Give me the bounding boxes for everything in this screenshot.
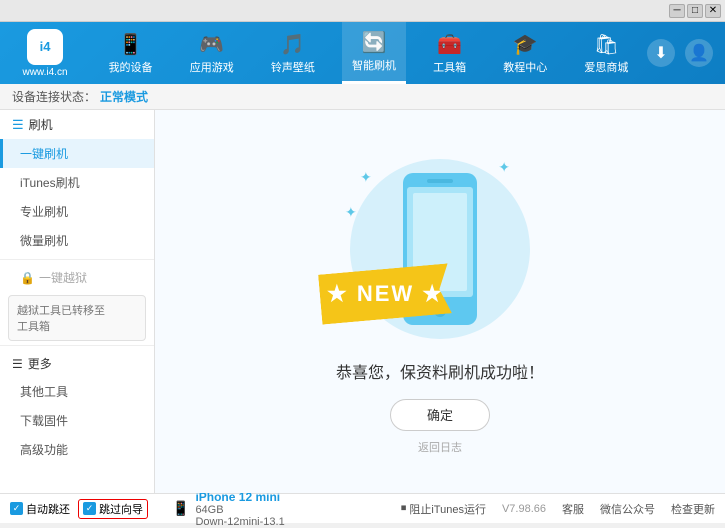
- user-button[interactable]: 👤: [685, 39, 713, 67]
- skip-wizard-checkbox[interactable]: 跳过向导: [78, 499, 148, 519]
- bottom-right: ⏹ 阻止iTunes运行 V7.98.66 客服 微信公众号 检查更新: [401, 501, 715, 517]
- apps-icon: 🎮: [199, 32, 224, 57]
- nav-items: 📱 我的设备 🎮 应用游戏 🎵 铃声壁纸 🔄 智能刷机 🧰 工具箱 🎓 教程中心…: [90, 22, 647, 84]
- close-button[interactable]: ✕: [705, 4, 721, 18]
- logo: i4 www.i4.cn: [0, 23, 90, 84]
- main-layout: ☰ 刷机 一键刷机 iTunes刷机 专业刷机 微量刷机 🔒 一键越狱 越狱工具…: [0, 110, 725, 493]
- version-text: V7.98.66: [502, 503, 546, 515]
- device-info: 📱 iPhone 12 mini 64GB Down-12mini-13.1: [172, 490, 285, 528]
- sidebar-item-one-click-flash[interactable]: 一键刷机: [0, 139, 154, 168]
- more-section-icon: ☰: [12, 357, 23, 371]
- sparkle-2: ✦: [498, 159, 510, 176]
- status-bar: 设备连接状态： 正常模式: [0, 84, 725, 110]
- nav-apps-games[interactable]: 🎮 应用游戏: [180, 22, 244, 84]
- device-phone-icon: 📱: [172, 500, 189, 517]
- new-ribbon: ★ NEW ★: [318, 263, 452, 324]
- auto-jump-checkbox[interactable]: 自动跳还: [10, 501, 70, 517]
- sidebar-item-itunes-flash[interactable]: iTunes刷机: [0, 168, 154, 197]
- sidebar-item-pro-flash[interactable]: 专业刷机: [0, 197, 154, 226]
- flash-icon: 🔄: [362, 30, 387, 55]
- minimize-button[interactable]: ─: [669, 4, 685, 18]
- sidebar-locked-jailbreak: 🔒 一键越狱: [0, 264, 154, 291]
- istore-icon: 🛍: [594, 32, 619, 57]
- sparkle-3: ✦: [345, 204, 357, 221]
- header: i4 www.i4.cn 📱 我的设备 🎮 应用游戏 🎵 铃声壁纸 🔄 智能刷机…: [0, 22, 725, 84]
- sidebar-divider-1: [0, 259, 154, 260]
- sidebar-note-jailbreak: 越狱工具已转移至工具箱: [8, 295, 146, 341]
- maximize-button[interactable]: □: [687, 4, 703, 18]
- wechat-link[interactable]: 微信公众号: [600, 501, 655, 517]
- toolbox-icon: 🧰: [437, 32, 462, 57]
- nav-smart-flash[interactable]: 🔄 智能刷机: [342, 22, 406, 84]
- nav-toolbox[interactable]: 🧰 工具箱: [423, 22, 476, 84]
- more-section-title: ☰ 更多: [0, 350, 154, 377]
- sparkle-1: ✦: [360, 169, 372, 186]
- stop-itunes-button[interactable]: ⏹ 阻止iTunes运行: [401, 501, 486, 517]
- update-link[interactable]: 检查更新: [671, 501, 715, 517]
- nav-tutorials[interactable]: 🎓 教程中心: [493, 22, 557, 84]
- stop-itunes-icon: ⏹: [401, 502, 407, 515]
- confirm-button[interactable]: 确定: [390, 399, 490, 431]
- sidebar-divider-2: [0, 345, 154, 346]
- status-value: 正常模式: [100, 88, 148, 105]
- sidebar: ☰ 刷机 一键刷机 iTunes刷机 专业刷机 微量刷机 🔒 一键越狱 越狱工具…: [0, 110, 155, 493]
- bottom-left: 自动跳还 跳过向导 📱 iPhone 12 mini 64GB Down-12m…: [10, 490, 401, 528]
- skip-wizard-check-icon: [83, 502, 96, 515]
- logo-icon: i4: [27, 29, 63, 65]
- sidebar-item-other-tools[interactable]: 其他工具: [0, 377, 154, 406]
- title-bar: ─ □ ✕: [0, 0, 725, 22]
- nav-right: ⬇ 👤: [647, 39, 725, 67]
- tutorials-icon: 🎓: [513, 32, 538, 57]
- status-label: 设备连接状态：: [12, 88, 96, 105]
- success-illustration: ★ NEW ★ ✦ ✦ ✦: [330, 149, 550, 349]
- content-area: ★ NEW ★ ✦ ✦ ✦ 恭喜您，保资料刷机成功啦！ 确定 返回日志: [155, 110, 725, 493]
- nav-istore[interactable]: 🛍 爱思商城: [574, 22, 638, 84]
- flash-section-icon: ☰: [12, 117, 24, 133]
- device-icon: 📱: [118, 32, 143, 57]
- device-model: Down-12mini-13.1: [195, 516, 284, 528]
- download-button[interactable]: ⬇: [647, 39, 675, 67]
- flash-section-title: ☰ 刷机: [0, 110, 154, 139]
- logo-text: www.i4.cn: [22, 67, 67, 78]
- sidebar-item-advanced[interactable]: 高级功能: [0, 435, 154, 464]
- ringtones-icon: 🎵: [280, 32, 305, 57]
- device-storage: 64GB: [195, 504, 284, 516]
- back-link[interactable]: 返回日志: [418, 439, 462, 455]
- sidebar-item-save-flash[interactable]: 微量刷机: [0, 226, 154, 255]
- service-link[interactable]: 客服: [562, 501, 584, 517]
- sidebar-item-download-firmware[interactable]: 下载固件: [0, 406, 154, 435]
- nav-ringtones[interactable]: 🎵 铃声壁纸: [261, 22, 325, 84]
- nav-my-device[interactable]: 📱 我的设备: [99, 22, 163, 84]
- bottom-bar: 自动跳还 跳过向导 📱 iPhone 12 mini 64GB Down-12m…: [0, 493, 725, 523]
- auto-jump-check-icon: [10, 502, 23, 515]
- success-text: 恭喜您，保资料刷机成功啦！: [336, 359, 544, 383]
